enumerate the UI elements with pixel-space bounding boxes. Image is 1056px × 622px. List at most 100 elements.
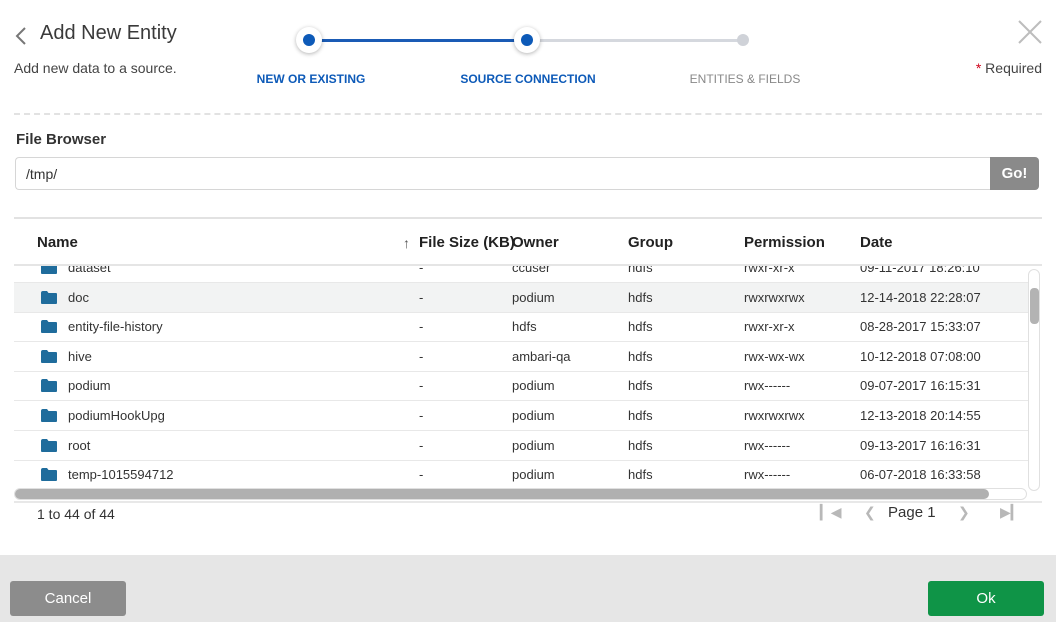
grid-header: Name ↑ File Size (KB) Owner Group Permis… [14, 219, 1042, 266]
vertical-scrollbar[interactable] [1028, 269, 1040, 491]
step-3-label: ENTITIES & FIELDS [689, 72, 801, 86]
cell-file-size: - [419, 348, 424, 364]
required-note: * Required [976, 60, 1042, 76]
folder-icon [41, 349, 57, 363]
cell-group: hdfs [628, 348, 653, 364]
table-row[interactable]: podium - podium hdfs rwx------ 09-07-2017 16:… [14, 371, 1028, 402]
required-label: Required [985, 60, 1042, 76]
table-row[interactable]: entity-file-history - hdfs hdfs rwxr-xr-x 08-… [14, 312, 1028, 343]
cell-file-size: - [419, 467, 424, 483]
step-3-dot [737, 34, 749, 46]
cell-date: 08-28-2017 15:33:07 [860, 319, 981, 335]
cell-date: 12-13-2018 20:14:55 [860, 408, 981, 423]
folder-icon [41, 468, 57, 482]
last-page-icon[interactable]: ▶▎ [1000, 504, 1022, 521]
table-row[interactable]: dataset - ccuser hdfs rwxr-xr-x 09-11-2017 18… [14, 266, 1028, 283]
progress-stepper: NEW OR EXISTING SOURCE CONNECTION ENTITI… [250, 26, 810, 96]
grid-body: dataset - ccuser hdfs rwxr-xr-x 09-11-2017 18… [14, 266, 1028, 488]
table-row[interactable]: doc - podium hdfs rwxrwxrwx 12-14-2018 22:28:… [14, 282, 1028, 313]
cell-file-size: - [419, 319, 424, 335]
cell-name: entity-file-history [68, 319, 163, 335]
go-button[interactable]: Go! [990, 157, 1039, 190]
dialog-header: Add New Entity Add new data to a source.… [0, 0, 1056, 112]
grid-footer-divider [14, 501, 1042, 503]
cell-date: 12-14-2018 22:28:07 [860, 289, 981, 305]
column-header-owner[interactable]: Owner [512, 234, 559, 251]
file-browser-label: File Browser [16, 131, 107, 148]
cell-permission: rwx------ [744, 467, 791, 483]
column-header-group[interactable]: Group [628, 234, 673, 251]
stepper-line-pending [527, 39, 743, 42]
cell-name: temp-1015594712 [68, 467, 174, 483]
cell-permission: rwxrwxrwx [744, 289, 805, 305]
step-2-dot [514, 27, 540, 53]
cell-name: hive [68, 348, 92, 364]
cell-permission: rwxr-xr-x [744, 266, 795, 275]
cell-date: 09-13-2017 16:16:31 [860, 437, 981, 453]
dialog-footer: Cancel Ok [0, 555, 1056, 622]
column-header-name[interactable]: Name [37, 234, 78, 251]
column-header-file-size[interactable]: File Size (KB) [419, 234, 515, 251]
path-input[interactable] [15, 157, 991, 190]
ok-button[interactable]: Ok [928, 581, 1044, 616]
dialog-subtitle: Add new data to a source. [14, 60, 177, 76]
cell-name: root [68, 437, 91, 453]
cell-permission: rwxrwxrwx [744, 408, 805, 423]
folder-icon [41, 438, 57, 452]
next-page-icon[interactable]: ❯ [958, 504, 970, 521]
column-header-date[interactable]: Date [860, 234, 893, 251]
cell-owner: podium [512, 437, 555, 453]
horizontal-scrollbar[interactable] [14, 488, 1027, 500]
back-chevron-icon[interactable] [12, 25, 30, 47]
folder-icon [41, 290, 57, 304]
cancel-button[interactable]: Cancel [10, 581, 126, 616]
cell-file-size: - [419, 378, 424, 394]
file-grid: Name ↑ File Size (KB) Owner Group Permis… [14, 217, 1042, 503]
cell-owner: podium [512, 378, 555, 394]
step-1-dot [296, 27, 322, 53]
cell-date: 10-12-2018 07:08:00 [860, 348, 981, 364]
folder-icon [41, 320, 57, 334]
required-asterisk: * [975, 60, 982, 76]
cell-name: podiumHookUpg [68, 408, 165, 423]
cell-date: 09-11-2017 18:26:10 [860, 266, 980, 275]
cell-permission: rwx------ [744, 437, 791, 453]
cell-permission: rwx------ [744, 378, 791, 394]
sort-ascending-icon[interactable]: ↑ [403, 235, 410, 251]
table-row[interactable]: hive - ambari-qa hdfs rwx-wx-wx 10-12-2018 07… [14, 342, 1028, 372]
cell-group: hdfs [628, 467, 653, 483]
step-1-label: NEW OR EXISTING [256, 72, 366, 86]
cell-date: 09-07-2017 16:15:31 [860, 378, 981, 394]
cell-owner: podium [512, 467, 555, 483]
cell-group: hdfs [628, 437, 653, 453]
cell-group: hdfs [628, 266, 653, 275]
table-row[interactable]: podiumHookUpg - podium hdfs rwxrwxrwx 12-13-2… [14, 401, 1028, 431]
horizontal-scroll-thumb[interactable] [15, 489, 989, 499]
cell-permission: rwxr-xr-x [744, 319, 795, 335]
cell-file-size: - [419, 437, 424, 453]
step-2-label: SOURCE CONNECTION [460, 72, 596, 86]
cell-owner: ambari-qa [512, 348, 571, 364]
column-header-permission[interactable]: Permission [744, 234, 825, 251]
cell-owner: hdfs [512, 319, 537, 335]
pagination-summary: 1 to 44 of 44 [37, 506, 115, 522]
cell-owner: ccuser [512, 266, 551, 275]
close-icon[interactable] [1018, 20, 1042, 44]
first-page-icon[interactable]: ▎◀ [820, 504, 842, 521]
folder-icon [41, 266, 57, 274]
cell-file-size: - [419, 266, 424, 275]
cell-date: 06-07-2018 16:33:58 [860, 467, 981, 483]
cell-group: hdfs [628, 319, 653, 335]
table-row[interactable]: root - podium hdfs rwx------ 09-13-2017 16:16… [14, 431, 1028, 461]
stepper-line-complete [310, 39, 527, 42]
cell-name: dataset [68, 266, 111, 275]
header-divider [14, 113, 1042, 115]
cell-owner: podium [512, 289, 555, 305]
table-row[interactable]: temp-1015594712 - podium hdfs rwx------ 06-07… [14, 460, 1028, 488]
cell-owner: podium [512, 408, 555, 423]
cell-name: podium [68, 378, 111, 394]
cell-group: hdfs [628, 378, 653, 394]
cell-file-size: - [419, 289, 424, 305]
previous-page-icon[interactable]: ❮ [864, 504, 876, 521]
vertical-scroll-thumb[interactable] [1030, 288, 1039, 324]
